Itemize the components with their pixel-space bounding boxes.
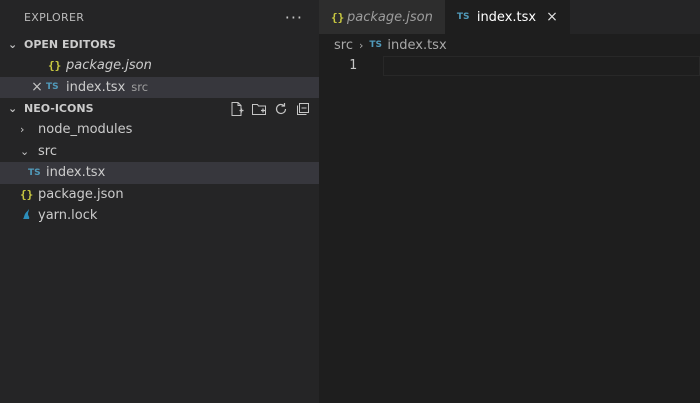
more-actions-icon[interactable]: ···: [285, 8, 303, 27]
typescript-file-icon: TS: [28, 167, 41, 178]
open-editor-label: package.json: [66, 58, 152, 74]
json-file-icon: {}: [20, 187, 34, 201]
refresh-icon[interactable]: [273, 101, 289, 117]
json-file-icon: {}: [331, 10, 345, 24]
chevron-down-icon: ⌄: [8, 38, 18, 51]
breadcrumb: src › TS index.tsx: [319, 34, 700, 56]
chevron-down-icon: ⌄: [8, 102, 18, 115]
tree-item-label: index.tsx: [46, 165, 106, 181]
new-file-icon[interactable]: [229, 101, 245, 117]
chevron-right-icon: ›: [358, 38, 364, 52]
chevron-right-icon: ›: [20, 123, 25, 137]
tree-item-yarn-lock[interactable]: yarn.lock: [0, 205, 319, 227]
tree-item-label: node_modules: [38, 122, 133, 138]
editor-tabs: {} package.json TS index.tsx ×: [319, 0, 700, 34]
project-toolbar: [229, 98, 311, 119]
tree-item-node-modules[interactable]: › node_modules: [0, 119, 319, 141]
tree-item-package-json[interactable]: {} package.json: [0, 184, 319, 206]
breadcrumb-folder[interactable]: src: [334, 38, 353, 53]
line-number: 1: [349, 58, 357, 73]
project-label: NEO-ICONS: [24, 102, 94, 115]
yarn-icon: [20, 208, 38, 224]
open-editor-description: src: [131, 80, 149, 95]
explorer-header: EXPLORER ···: [0, 0, 319, 34]
explorer-sidebar: EXPLORER ··· ⌄ OPEN EDITORS {} package.j…: [0, 0, 319, 403]
tab-package-json[interactable]: {} package.json: [319, 0, 445, 34]
project-header[interactable]: ⌄ NEO-ICONS: [0, 98, 319, 119]
chevron-down-icon: ⌄: [20, 144, 30, 158]
editor-area: {} package.json TS index.tsx × src › TS …: [319, 0, 700, 403]
tab-label: index.tsx: [476, 9, 537, 25]
editor-line[interactable]: 1: [319, 56, 700, 76]
new-folder-icon[interactable]: [251, 101, 267, 117]
json-file-icon: {}: [48, 59, 62, 73]
close-icon[interactable]: ×: [28, 79, 46, 95]
close-icon[interactable]: ×: [546, 9, 558, 25]
open-editor-item-index-tsx[interactable]: × TS index.tsx src: [0, 76, 319, 98]
tree-item-label: package.json: [38, 186, 124, 202]
collapse-all-icon[interactable]: [295, 101, 311, 117]
tree-item-label: yarn.lock: [38, 208, 98, 224]
tab-label: package.json: [347, 9, 433, 25]
open-editors-label: OPEN EDITORS: [24, 38, 116, 51]
typescript-file-icon: TS: [46, 82, 59, 93]
breadcrumb-file[interactable]: index.tsx: [387, 38, 446, 53]
current-line-highlight: [383, 56, 700, 76]
tree-item-index-tsx[interactable]: TS index.tsx: [0, 162, 319, 184]
open-editor-label: index.tsx: [66, 79, 126, 95]
open-editors-header[interactable]: ⌄ OPEN EDITORS: [0, 34, 319, 55]
open-editor-item-package-json[interactable]: {} package.json: [0, 55, 319, 77]
tree-item-label: src: [38, 143, 57, 159]
explorer-title: EXPLORER: [24, 10, 85, 24]
tree-item-src[interactable]: ⌄ src: [0, 141, 319, 163]
typescript-file-icon: TS: [369, 40, 383, 50]
tab-index-tsx[interactable]: TS index.tsx ×: [444, 0, 570, 34]
typescript-file-icon: TS: [456, 12, 470, 22]
